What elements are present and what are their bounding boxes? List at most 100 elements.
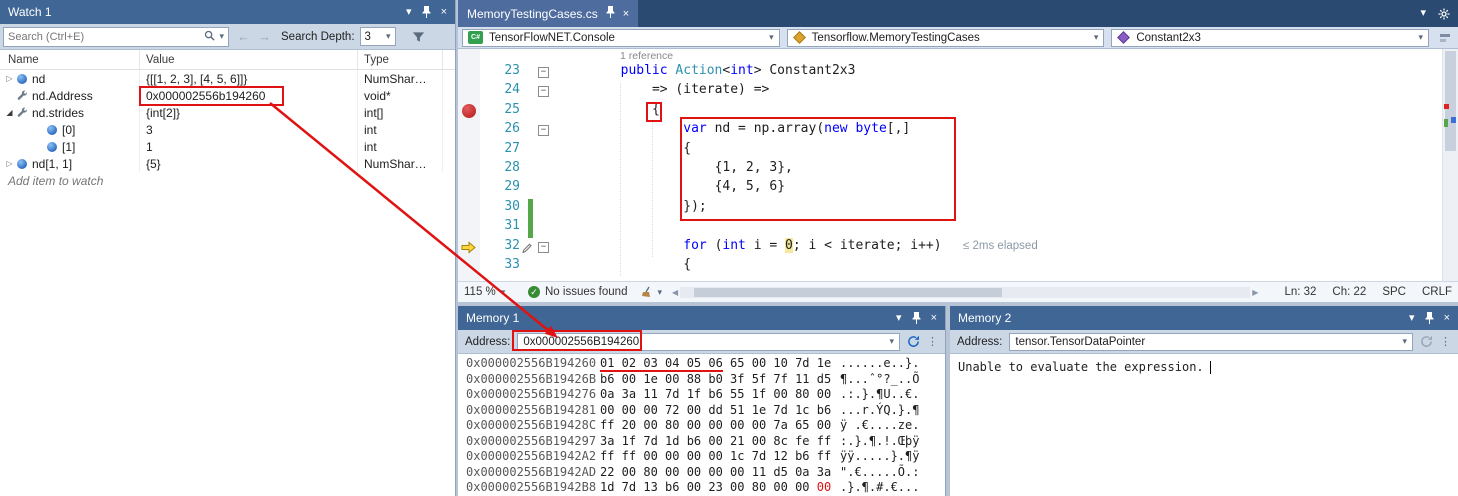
codelens-references[interactable]: 1 reference	[620, 50, 673, 62]
column-header-name[interactable]: Name	[0, 50, 140, 69]
code-line: for (int i = 0; i < iterate; i++)	[683, 238, 941, 253]
code-token: [,]	[887, 121, 910, 136]
window-position-icon[interactable]: ▾	[1409, 313, 1415, 324]
code-line: {1, 2, 3},	[715, 160, 793, 175]
column-header-value[interactable]: Value	[140, 50, 358, 69]
member-dropdown[interactable]: Constant2x3 ▾	[1111, 29, 1429, 47]
memory-row-address: 0x000002556B194297	[466, 434, 600, 450]
chevron-down-icon[interactable]: ▾	[1402, 337, 1407, 346]
watch-value[interactable]: 0x000002556b194260	[140, 87, 358, 104]
collapsed-expander-icon[interactable]: ▷	[3, 159, 16, 168]
collapsed-expander-icon[interactable]: ▷	[3, 74, 16, 83]
project-dropdown[interactable]: C# TensorFlowNET.Console ▾	[462, 29, 780, 47]
scrollbar-thumb[interactable]	[1445, 51, 1456, 151]
memory-ascii: ...r.ÝQ.}.¶	[840, 403, 919, 419]
watch-value[interactable]: {5}	[140, 155, 358, 172]
search-input[interactable]: Search (Ctrl+E) ▾	[3, 27, 229, 47]
forward-arrow-icon[interactable]: →	[258, 30, 271, 43]
scroll-left-icon[interactable]: ◀	[672, 288, 678, 297]
close-icon[interactable]: ×	[1444, 313, 1450, 324]
watch-value[interactable]: 3	[140, 121, 358, 138]
watch-type: NumShar…	[358, 155, 443, 172]
chevron-down-icon[interactable]: ▾	[657, 288, 662, 297]
scroll-right-icon[interactable]: ▶	[1252, 288, 1258, 297]
tab-memorytestingcases[interactable]: MemoryTestingCases.cs ×	[458, 0, 638, 27]
memory1-titlebar[interactable]: Memory 1 ▾ ×	[458, 306, 945, 330]
chevron-down-icon: ▾	[1418, 33, 1423, 42]
column-header-type[interactable]: Type	[358, 50, 443, 69]
toolbar-overflow-icon[interactable]: ⋮	[1440, 335, 1451, 348]
watch-value[interactable]: {int[2]}	[140, 104, 358, 121]
line-number: 28	[480, 160, 520, 175]
watch-name: [1]	[62, 140, 75, 154]
editor-horizontal-scrollbar[interactable]: ◀ ▶	[672, 287, 1258, 298]
memory2-titlebar[interactable]: Memory 2 ▾ ×	[950, 306, 1458, 330]
watch-name: [0]	[62, 123, 75, 137]
close-icon[interactable]: ×	[441, 7, 447, 18]
watch-value[interactable]: {[[1, 2, 3], [4, 5, 6]]}	[140, 70, 358, 87]
watch-row[interactable]: ▷nd{[[1, 2, 3], [4, 5, 6]]}NumShar…	[0, 70, 455, 87]
fold-collapse-icon[interactable]: −	[538, 242, 549, 253]
watch-row[interactable]: [0] 3int	[0, 121, 455, 138]
watch-add-row[interactable]: Add item to watch	[0, 172, 455, 189]
pin-icon[interactable]	[606, 6, 615, 21]
status-column[interactable]: Ch: 22	[1332, 286, 1366, 298]
watch-type: int	[358, 121, 443, 138]
status-space-mode[interactable]: SPC	[1382, 286, 1406, 298]
code-editor[interactable]: 1 reference 23−public Action<int> Consta…	[458, 49, 1442, 281]
back-arrow-icon[interactable]: ←	[237, 30, 250, 43]
memory-ascii: .}.¶.#.€...	[840, 480, 919, 496]
pencil-icon	[522, 242, 532, 257]
watch-row[interactable]: [1]1int	[0, 138, 455, 155]
fold-collapse-icon[interactable]: −	[538, 125, 549, 136]
memory-hex-bytes: 00 00 00 72 00 dd 51 1e 7d 1c b6	[600, 403, 840, 419]
fold-collapse-icon[interactable]: −	[538, 67, 549, 78]
code-token: public	[621, 63, 676, 78]
editor-navbar: C# TensorFlowNET.Console ▾ Tensorflow.Me…	[458, 27, 1458, 49]
refresh-icon[interactable]	[907, 335, 920, 348]
line-number: 32	[480, 238, 520, 253]
expanded-expander-icon[interactable]: ◢	[3, 108, 16, 117]
window-position-icon[interactable]: ▾	[406, 7, 412, 18]
zoom-select[interactable]: 115 % ▾	[464, 286, 522, 298]
status-line[interactable]: Ln: 32	[1284, 286, 1316, 298]
memory-ascii: ¶...ˆ°?_..Õ	[840, 372, 919, 388]
code-line: });	[683, 199, 706, 214]
watch-titlebar[interactable]: Watch 1 ▾ ×	[0, 0, 455, 24]
memory2-address-input[interactable]: tensor.TensorDataPointer ▾	[1009, 333, 1413, 351]
line-number: 31	[480, 218, 520, 233]
error-message: Unable to evaluate the expression.	[958, 360, 1204, 374]
memory1-address-input[interactable]: 0x000002556B194260 ▾	[517, 333, 900, 351]
navbar-overflow-icon[interactable]	[1439, 32, 1451, 44]
memory-dump[interactable]: 0x000002556B19426001 02 03 04 05 06 65 0…	[458, 354, 945, 496]
watch-row[interactable]: nd.Address0x000002556b194260void*	[0, 87, 455, 104]
window-position-icon[interactable]: ▾	[896, 313, 902, 324]
chevron-down-icon[interactable]: ▾	[1420, 8, 1426, 19]
chevron-down-icon[interactable]: ▾	[219, 32, 224, 41]
watch-row[interactable]: ▷nd[1, 1]{5}NumShar…	[0, 155, 455, 172]
code-line: {4, 5, 6}	[715, 179, 785, 194]
watch-name: nd.strides	[32, 106, 84, 120]
perf-tip: ≤ 2ms elapsed	[963, 240, 1038, 252]
close-icon[interactable]: ×	[623, 8, 629, 20]
gear-icon[interactable]	[1438, 8, 1450, 20]
code-cleanup-icon[interactable]	[641, 286, 653, 298]
scrollbar-track[interactable]	[680, 287, 1250, 298]
issues-indicator[interactable]: ✓ No issues found	[528, 286, 627, 298]
pin-icon[interactable]	[1425, 312, 1434, 324]
search-depth-select[interactable]: 3 ▾	[360, 27, 396, 46]
watch-row[interactable]: ◢nd.strides{int[2]}int[]	[0, 104, 455, 121]
pin-icon[interactable]	[912, 312, 921, 324]
chevron-down-icon[interactable]: ▾	[889, 337, 894, 346]
status-line-ending[interactable]: CRLF	[1422, 286, 1452, 298]
pin-icon[interactable]	[422, 6, 431, 18]
close-icon[interactable]: ×	[931, 313, 937, 324]
toolbar-overflow-icon[interactable]: ⋮	[927, 335, 938, 348]
watch-value[interactable]: 1	[140, 138, 358, 155]
editor-vertical-scrollbar[interactable]	[1442, 49, 1458, 281]
filter-icon[interactable]	[412, 31, 425, 43]
field-icon	[47, 125, 57, 135]
scrollbar-thumb[interactable]	[694, 288, 1002, 297]
fold-collapse-icon[interactable]: −	[538, 86, 549, 97]
type-dropdown[interactable]: Tensorflow.MemoryTestingCases ▾	[787, 29, 1105, 47]
